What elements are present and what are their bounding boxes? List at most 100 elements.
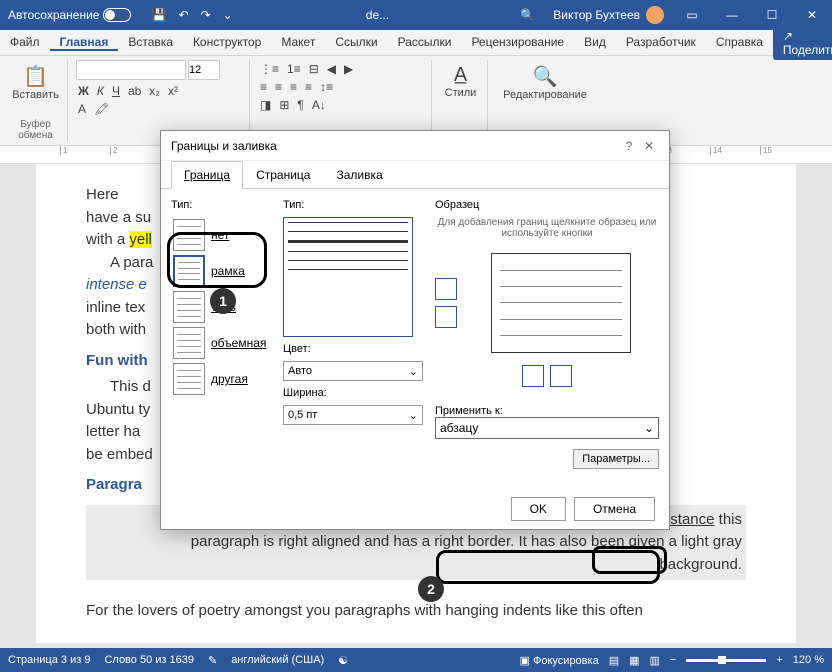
tab-ссылки[interactable]: Ссылки — [325, 35, 387, 49]
dialog-tab-1[interactable]: Страница — [243, 161, 323, 188]
dialog-tab-2[interactable]: Заливка — [323, 161, 395, 188]
font-color-button[interactable]: A — [76, 100, 88, 118]
qat-dropdown-icon[interactable]: ⌄ — [223, 8, 233, 22]
preview-label: Образец — [435, 199, 659, 211]
font-size-combo[interactable] — [188, 60, 220, 80]
editing-button[interactable]: 🔍 Редактирование — [496, 60, 594, 105]
ribbon-options-icon[interactable]: ▭ — [672, 0, 712, 30]
subscript-button[interactable]: x₂ — [147, 82, 162, 100]
justify-button[interactable]: ≡ — [303, 78, 314, 96]
apply-to-combo[interactable]: абзацу — [435, 417, 659, 439]
tab-макет[interactable]: Макет — [271, 35, 325, 49]
dialog-tab-0[interactable]: Граница — [171, 161, 243, 189]
tab-вид[interactable]: Вид — [574, 35, 616, 49]
multilevel-button[interactable]: ⊟ — [307, 60, 321, 78]
cancel-button[interactable]: Отмена — [574, 497, 655, 521]
find-icon: 🔍 — [533, 64, 558, 89]
tab-вставка[interactable]: Вставка — [118, 35, 183, 49]
show-marks-button[interactable]: ¶ — [295, 96, 305, 114]
tab-справка[interactable]: Справка — [706, 35, 773, 49]
outdent-button[interactable]: ◀ — [325, 60, 338, 78]
border-type-нет[interactable]: нет — [171, 217, 271, 253]
bullets-button[interactable]: ⋮≡ — [258, 60, 281, 78]
underline-button[interactable]: Ч — [110, 82, 122, 100]
zoom-slider[interactable] — [686, 659, 766, 662]
language-status[interactable]: английский (США) — [231, 654, 324, 666]
borders-button[interactable]: ⊞ — [277, 96, 291, 114]
border-type-объемная[interactable]: объемная — [171, 325, 271, 361]
autosave-toggle[interactable]: Автосохранение — [0, 8, 139, 22]
paste-button[interactable]: 📋 Вставить — [10, 60, 61, 105]
type-label: Тип: — [171, 199, 271, 211]
print-layout-icon[interactable]: ▤ — [609, 654, 619, 667]
numbering-button[interactable]: 1≡ — [285, 60, 303, 78]
tab-рассылки[interactable]: Рассылки — [388, 35, 462, 49]
tab-рецензирование[interactable]: Рецензирование — [461, 35, 574, 49]
minimize-icon[interactable]: — — [712, 0, 752, 30]
user-account[interactable]: Виктор Бухтеев — [545, 6, 672, 24]
accessibility-icon[interactable]: ☯ — [338, 654, 348, 667]
search-icon[interactable]: 🔍 — [510, 8, 545, 22]
color-combo[interactable]: Авто — [283, 361, 423, 381]
border-type-другая[interactable]: другая — [171, 361, 271, 397]
avatar-icon — [646, 6, 664, 24]
zoom-out-icon[interactable]: − — [670, 654, 676, 666]
preview-hint: Для добавления границ щелкните образец и… — [435, 217, 659, 239]
focus-mode[interactable]: ▣ Фокусировка — [520, 654, 599, 667]
strike-button[interactable]: ab — [126, 82, 143, 100]
bottom-border-button[interactable] — [435, 306, 457, 328]
dialog-close-icon[interactable]: ✕ — [639, 139, 659, 153]
dialog-tabs: ГраницаСтраницаЗаливка — [161, 161, 669, 189]
annotation-badge: 1 — [210, 288, 236, 314]
superscript-button[interactable]: x² — [166, 82, 180, 100]
sort-button[interactable]: A↓ — [310, 96, 328, 114]
bold-button[interactable]: Ж — [76, 82, 91, 100]
dialog-title: Границы и заливка — [171, 139, 277, 153]
zoom-level[interactable]: 120 % — [793, 654, 824, 666]
style-label: Тип: — [283, 199, 423, 211]
zoom-in-icon[interactable]: + — [776, 654, 782, 666]
indent-button[interactable]: ▶ — [342, 60, 355, 78]
align-right-button[interactable]: ≡ — [288, 78, 299, 96]
border-type-рамка[interactable]: рамка — [171, 253, 271, 289]
tab-файл[interactable]: Файл — [0, 35, 50, 49]
spellcheck-icon[interactable]: ✎ — [208, 654, 217, 667]
web-layout-icon[interactable]: ▥ — [650, 654, 660, 667]
tab-конструктор[interactable]: Конструктор — [183, 35, 271, 49]
doc-title: de... — [245, 8, 511, 22]
ok-button[interactable]: OK — [511, 497, 566, 521]
border-style-list[interactable] — [283, 217, 413, 337]
line-spacing-button[interactable]: ↕≡ — [318, 78, 335, 96]
save-icon[interactable]: 💾 — [151, 8, 166, 22]
tab-главная[interactable]: Главная — [50, 35, 119, 51]
annotation-badge: 2 — [418, 576, 444, 602]
page-status[interactable]: Страница 3 из 9 — [8, 654, 90, 666]
styles-button[interactable]: A̲ Стили — [440, 60, 481, 103]
right-border-button[interactable] — [550, 365, 572, 387]
border-preview[interactable] — [491, 253, 631, 353]
title-bar: Автосохранение 💾 ↶ ↷ ⌄ de... 🔍 Виктор Бу… — [0, 0, 832, 30]
italic-button[interactable]: К — [95, 82, 106, 100]
shading-button[interactable]: ◨ — [258, 96, 273, 114]
status-bar: Страница 3 из 9 Слово 50 из 1639 ✎ англи… — [0, 648, 832, 672]
align-left-button[interactable]: ≡ — [258, 78, 269, 96]
word-count[interactable]: Слово 50 из 1639 — [104, 654, 194, 666]
tab-разработчик[interactable]: Разработчик — [616, 35, 706, 49]
redo-icon[interactable]: ↷ — [201, 8, 211, 22]
left-border-button[interactable] — [522, 365, 544, 387]
width-combo[interactable]: 0,5 пт — [283, 405, 423, 425]
align-center-button[interactable]: ≡ — [273, 78, 284, 96]
read-mode-icon[interactable]: ▦ — [629, 654, 639, 667]
highlight-button[interactable]: 🖍 — [92, 100, 111, 118]
help-icon[interactable]: ? — [619, 139, 639, 153]
styles-icon: A̲ — [454, 64, 467, 87]
params-button[interactable]: Параметры... — [573, 449, 659, 469]
font-name-combo[interactable] — [76, 60, 186, 80]
top-border-button[interactable] — [435, 278, 457, 300]
color-label: Цвет: — [283, 343, 423, 355]
width-label: Ширина: — [283, 387, 423, 399]
paste-icon: 📋 — [23, 64, 48, 89]
share-button[interactable]: ↗ Поделиться — [773, 26, 832, 60]
undo-icon[interactable]: ↶ — [178, 8, 188, 22]
borders-dialog: Границы и заливка ? ✕ ГраницаСтраницаЗал… — [160, 130, 670, 530]
